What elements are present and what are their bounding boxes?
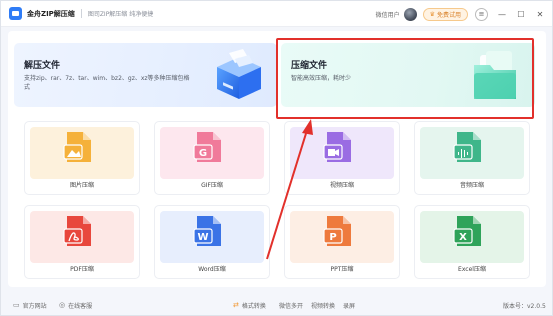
maximize-icon[interactable]: ☐ — [514, 7, 528, 21]
title-bar: 金舟ZIP解压缩 图司ZIP解压缩 纯净便捷 微信用户 ♛ 免费试用 ≡ — ☐… — [1, 1, 552, 27]
word-compress-card[interactable]: W Word压缩 — [154, 205, 270, 279]
pdf-compress-card[interactable]: PDF压缩 — [24, 205, 140, 279]
ppt-icon: P — [323, 216, 351, 246]
video-icon — [323, 132, 351, 162]
compress-card[interactable]: 压缩文件 智能高效压缩，耗时少 — [281, 43, 535, 107]
card-label: PPT压缩 — [330, 266, 354, 273]
app-window: 金舟ZIP解压缩 图司ZIP解压缩 纯净便捷 微信用户 ♛ 免费试用 ≡ — ☐… — [0, 0, 553, 316]
title-divider — [80, 9, 82, 18]
audio-compress-card[interactable]: 音频压缩 — [414, 121, 530, 195]
user-name[interactable]: 微信用户 — [376, 10, 400, 19]
card-label: PDF压缩 — [70, 266, 94, 273]
avatar[interactable] — [403, 7, 417, 21]
footer: ▭ 官方网站 ◎ 在线客服 ⇄ 格式转换 微信多开 视频转换 录屏 版本号：v2… — [1, 295, 552, 315]
folder-icon — [474, 51, 516, 99]
screen-record-link[interactable]: 录屏 — [343, 301, 355, 310]
website-link[interactable]: ▭ 官方网站 — [13, 301, 47, 310]
video-compress-card[interactable]: 视频压缩 — [284, 121, 400, 195]
title-actions: 微信用户 ♛ 免费试用 ≡ — ☐ ✕ — [376, 1, 552, 27]
ppt-compress-card[interactable]: P PPT压缩 — [284, 205, 400, 279]
support-label: 在线客服 — [68, 302, 93, 310]
menu-icon[interactable]: ≡ — [475, 7, 488, 21]
free-trial-button[interactable]: ♛ 免费试用 — [422, 7, 468, 21]
format-convert-link[interactable]: ⇄ 格式转换 — [233, 301, 266, 310]
audio-icon — [453, 132, 481, 162]
icon-glyph: X — [459, 232, 467, 243]
main-panel: 解压文件 支持zip、rar、7z、tar、wim、bz2、gz、xz等多种压缩… — [8, 31, 546, 287]
version-label: 版本号：v2.0.5 — [503, 302, 546, 310]
card-label: Excel压缩 — [458, 266, 486, 273]
video-convert-link[interactable]: 视频转换 — [311, 301, 335, 310]
gif-icon: G — [193, 132, 221, 162]
image-icon — [63, 132, 91, 162]
excel-icon: X — [453, 216, 481, 246]
compress-title: 压缩文件 — [291, 61, 328, 71]
word-icon: W — [193, 216, 221, 246]
free-trial-label: 免费试用 — [436, 11, 461, 19]
app-slogan: 图司ZIP解压缩 纯净便捷 — [87, 11, 154, 18]
monitor-icon: ▭ — [13, 301, 20, 309]
image-compress-card[interactable]: 图片压缩 — [24, 121, 140, 195]
excel-compress-card[interactable]: X Excel压缩 — [414, 205, 530, 279]
support-link[interactable]: ◎ 在线客服 — [59, 301, 92, 310]
app-logo-icon — [9, 7, 22, 20]
convert-icon: ⇄ — [233, 301, 239, 309]
pdf-icon — [63, 216, 91, 246]
icon-glyph: P — [329, 232, 336, 243]
compress-desc: 智能高效压缩，耗时少 — [291, 75, 352, 82]
icon-glyph: W — [197, 232, 208, 243]
decompress-card[interactable]: 解压文件 支持zip、rar、7z、tar、wim、bz2、gz、xz等多种压缩… — [14, 43, 277, 107]
gif-compress-card[interactable]: G GIF压缩 — [154, 121, 270, 195]
card-label: 视频压缩 — [329, 182, 354, 189]
file-cabinet-icon — [217, 49, 261, 99]
icon-glyph: G — [199, 148, 207, 159]
app-name: 金舟ZIP解压缩 — [27, 9, 75, 18]
card-label: Word压缩 — [198, 266, 226, 273]
minimize-icon[interactable]: — — [495, 7, 509, 21]
card-label: GIF压缩 — [201, 182, 223, 189]
crown-icon: ♛ — [429, 10, 435, 18]
decompress-desc: 支持zip、rar、7z、tar、wim、bz2、gz、xz等多种压缩包格式 — [24, 75, 190, 91]
website-label: 官方网站 — [22, 302, 47, 310]
card-label: 图片压缩 — [69, 182, 94, 189]
wechat-multi-link[interactable]: 微信多开 — [279, 301, 303, 310]
close-icon[interactable]: ✕ — [533, 7, 547, 21]
card-label: 音频压缩 — [459, 182, 484, 189]
headset-icon: ◎ — [59, 301, 66, 309]
decompress-title: 解压文件 — [24, 61, 61, 71]
footer-link-label: 格式转换 — [241, 302, 266, 310]
